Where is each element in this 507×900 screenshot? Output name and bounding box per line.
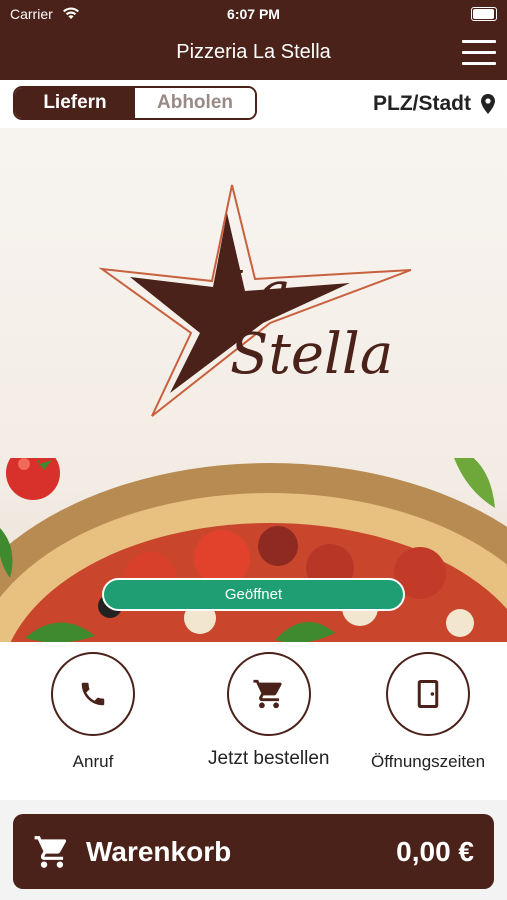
call-action[interactable]: Anruf bbox=[51, 652, 135, 772]
battery-icon bbox=[471, 7, 497, 21]
nav-bar: Pizzeria La Stella bbox=[0, 28, 507, 80]
svg-text:La: La bbox=[219, 260, 291, 325]
opening-hours-action[interactable]: Öffnungszeiten bbox=[371, 652, 485, 772]
order-now-label: Jetzt bestellen bbox=[208, 748, 330, 769]
page-title: Pizzeria La Stella bbox=[176, 41, 331, 63]
map-pin-icon bbox=[481, 94, 495, 114]
door-icon bbox=[417, 680, 439, 708]
cart-bar[interactable]: Warenkorb 0,00 € bbox=[13, 814, 494, 889]
call-label: Anruf bbox=[72, 752, 114, 771]
order-now-button[interactable] bbox=[226, 652, 311, 736]
svg-text:Stella: Stella bbox=[230, 322, 393, 387]
shopping-cart-icon bbox=[34, 836, 67, 868]
cart-label: Warenkorb bbox=[86, 836, 232, 867]
location-label: PLZ/Stadt bbox=[373, 92, 471, 115]
delivery-option[interactable]: Liefern bbox=[15, 88, 135, 118]
phone-icon bbox=[81, 682, 105, 706]
opening-hours-label: Öffnungszeiten bbox=[371, 752, 486, 771]
quick-actions: Anruf Jetzt bestellen Öffnungszeiten bbox=[0, 642, 507, 800]
open-status-badge: Geöffnet bbox=[102, 578, 405, 611]
call-button[interactable] bbox=[51, 652, 135, 736]
cart-total: 0,00 € bbox=[396, 836, 474, 867]
clock: 6:07 PM bbox=[227, 6, 280, 22]
cart-icon bbox=[253, 679, 282, 709]
status-bar: Carrier 6:07 PM bbox=[0, 0, 507, 28]
order-mode-toggle: Liefern Abholen bbox=[13, 86, 257, 120]
order-mode-row: Liefern Abholen PLZ/Stadt bbox=[0, 80, 507, 128]
order-now-action[interactable]: Jetzt bestellen bbox=[208, 652, 329, 770]
pickup-option[interactable]: Abholen bbox=[135, 88, 255, 118]
hamburger-menu-icon[interactable] bbox=[462, 40, 496, 66]
pizza-image bbox=[0, 458, 507, 642]
la-stella-logo: La Stella bbox=[98, 184, 412, 417]
hero-banner: La Stella Geöffnet bbox=[0, 128, 507, 642]
opening-hours-button[interactable] bbox=[386, 652, 471, 736]
location-selector[interactable]: PLZ/Stadt bbox=[373, 92, 495, 116]
